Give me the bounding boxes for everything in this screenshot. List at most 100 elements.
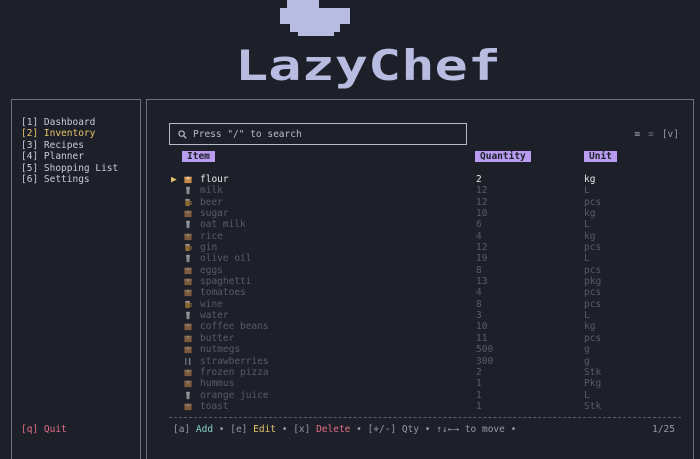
glass-icon: [183, 186, 193, 195]
box-icon: [183, 322, 193, 331]
item-name: coffee beans: [200, 321, 269, 333]
edit-action[interactable]: Edit: [253, 424, 276, 435]
item-unit: Stk: [584, 400, 602, 412]
search-placeholder: Press "/" to search: [193, 128, 302, 140]
item-unit: L: [584, 389, 590, 401]
item-unit: L: [584, 219, 590, 231]
table-row[interactable]: rice 4 kg: [169, 231, 679, 242]
item-name: gin: [200, 242, 218, 254]
item-quantity: 1: [476, 389, 482, 401]
add-action[interactable]: Add: [196, 424, 213, 435]
sidebar-item-inventory[interactable]: [2] Inventory: [21, 128, 118, 139]
sidebar-item-settings[interactable]: [6] Settings: [21, 174, 118, 185]
item-quantity: 13: [476, 276, 488, 288]
item-unit: Stk: [584, 366, 602, 378]
item-quantity: 10: [476, 321, 488, 333]
table-row[interactable]: spaghetti 13 pkg: [169, 276, 679, 287]
item-unit: L: [584, 185, 590, 197]
item-quantity: 11: [476, 332, 488, 344]
item-unit: L: [584, 310, 590, 322]
table-row[interactable]: milk 12 L: [169, 185, 679, 196]
table-row[interactable]: hummus 1 Pkg: [169, 378, 679, 389]
selection-pointer: ▶: [171, 174, 177, 185]
item-quantity: 4: [476, 230, 482, 242]
item-name: spaghetti: [200, 276, 252, 288]
beer-icon: [183, 198, 193, 207]
chef-hat-icon: [280, 0, 350, 36]
table-row[interactable]: eggs 8 pcs: [169, 265, 679, 276]
box-icon: [183, 209, 193, 218]
column-header-unit[interactable]: Unit: [584, 151, 617, 162]
item-name: butter: [200, 332, 235, 344]
item-name: rice: [200, 230, 223, 242]
item-quantity: 2: [476, 366, 482, 378]
sidebar-item-planner[interactable]: [4] Planner: [21, 151, 118, 162]
item-unit: pcs: [584, 332, 602, 344]
item-unit: kg: [584, 230, 596, 242]
item-quantity: 10: [476, 208, 488, 220]
table-row[interactable]: butter 11 pcs: [169, 333, 679, 344]
item-name: olive oil: [200, 253, 252, 265]
item-quantity: 4: [476, 287, 482, 299]
table-row[interactable]: olive oil 19 L: [169, 253, 679, 264]
item-unit: pcs: [584, 287, 602, 299]
item-quantity: 1: [476, 400, 482, 412]
hint-separator: •: [419, 424, 437, 435]
item-name: toast: [200, 400, 229, 412]
beer-icon: [183, 300, 193, 309]
table-row[interactable]: coffee beans 10 kg: [169, 321, 679, 332]
table-row[interactable]: water 3 L: [169, 310, 679, 321]
item-name: frozen pizza: [200, 366, 269, 378]
qty-hint: [+/-] Qty: [367, 424, 420, 435]
list-view-icon[interactable]: ≡: [634, 129, 640, 140]
item-name: eggs: [200, 264, 223, 276]
table-row[interactable]: strawberries 300 g: [169, 356, 679, 367]
table-row[interactable]: frozen pizza 2 Stk: [169, 367, 679, 378]
sidebar-item-shopping-list[interactable]: [5] Shopping List: [21, 163, 118, 174]
delete-action[interactable]: Delete: [316, 424, 350, 435]
sidebar-item-dashboard[interactable]: [1] Dashboard: [21, 117, 118, 128]
sidebar-item-recipes[interactable]: [3] Recipes: [21, 140, 118, 151]
item-unit: pkg: [584, 276, 602, 288]
beer-icon: [183, 243, 193, 252]
item-name: beer: [200, 196, 223, 208]
column-header-quantity[interactable]: Quantity: [475, 151, 531, 162]
inventory-table: ▶ flour 2 kg milk 12 Lbeer 12 pcs sugar 10 kg oat mi…: [169, 174, 679, 412]
sidebar: [1] Dashboard [2] Inventory [3] Recipes [4]…: [11, 99, 141, 459]
table-row[interactable]: nutmegs 500 g: [169, 344, 679, 355]
item-quantity: 8: [476, 298, 482, 310]
table-row[interactable]: sugar 10 kg: [169, 208, 679, 219]
app-logo: LazyChef: [235, 0, 501, 90]
item-unit: g: [584, 355, 590, 367]
search-icon: [178, 129, 187, 139]
quit-button[interactable]: [q] Quit: [21, 424, 67, 435]
grid-view-icon[interactable]: ≡: [648, 129, 654, 140]
box-icon: [183, 232, 193, 241]
move-hint: ↑↓←→ to move: [436, 424, 505, 435]
table-row[interactable]: oat milk 6 L: [169, 219, 679, 230]
keybinding-hints: [a] Add • [e] Edit • [x] Delete • [+/-] …: [173, 424, 522, 435]
table-row[interactable]: gin 12 pcs: [169, 242, 679, 253]
table-row[interactable]: beer 12 pcs: [169, 197, 679, 208]
page-indicator: 1/25: [652, 424, 675, 435]
edit-key: [e]: [230, 424, 254, 435]
view-toggle-key[interactable]: [v]: [662, 129, 679, 140]
table-row[interactable]: tomatoes 4 pcs: [169, 287, 679, 298]
item-quantity: 500: [476, 344, 494, 356]
search-input[interactable]: Press "/" to search: [169, 123, 467, 145]
add-key: [a]: [173, 424, 196, 435]
item-name: flour: [200, 174, 229, 185]
item-unit: kg: [584, 321, 596, 333]
item-name: orange juice: [200, 389, 269, 401]
box-icon: [183, 288, 193, 297]
item-name: sugar: [200, 208, 229, 220]
table-row[interactable]: wine 8 pcs: [169, 299, 679, 310]
item-unit: pcs: [584, 298, 602, 310]
box-icon: [183, 345, 193, 354]
table-row[interactable]: orange juice 1 L: [169, 390, 679, 401]
item-quantity: 6: [476, 219, 482, 231]
table-row[interactable]: toast 1 Stk: [169, 401, 679, 412]
column-header-item[interactable]: Item: [182, 151, 215, 162]
box-icon: [183, 368, 193, 377]
table-row[interactable]: ▶ flour 2 kg: [169, 174, 679, 185]
